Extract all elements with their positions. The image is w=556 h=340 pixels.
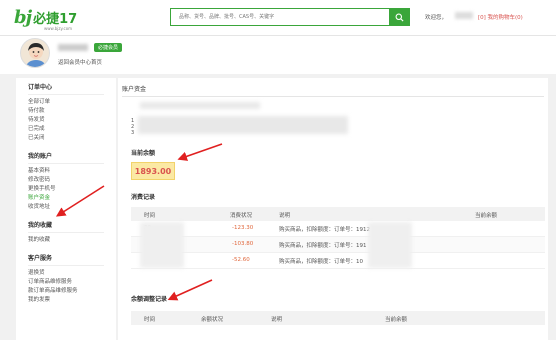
- username-redacted: [455, 12, 473, 19]
- sidebar-group-title: 客户服务: [28, 253, 104, 266]
- row-amount: -52.60: [232, 257, 250, 263]
- row-desc: 购买商品，扣除额度：订单号：10: [279, 259, 363, 265]
- balance-value-box: 1893.00: [131, 162, 175, 180]
- table-header: 时间 余额状况 说明 当前余额: [131, 311, 545, 325]
- cart-link[interactable]: [0] 我的购物车(0): [478, 13, 523, 21]
- main-panel: 账户资金 1 2 3 当前余额 1893.00 消费记录 时间 消费状况 说明 …: [118, 78, 548, 340]
- sidebar-item-repair-service[interactable]: 订单商品维修服务: [28, 278, 104, 287]
- divider: [122, 96, 544, 97]
- welcome-text: 欢迎您，: [425, 15, 448, 21]
- table-header: 时间 消费状况 说明 当前余额: [131, 207, 545, 221]
- balance-label: 当前余额: [131, 150, 156, 157]
- header-amount: 消费状况: [230, 213, 253, 219]
- records-table: 时间 消费状况 说明 当前余额 20 -123.30 购买商品，扣除额度：订单号…: [131, 207, 545, 269]
- list-number: 3: [131, 130, 135, 136]
- sidebar-item-change-phone[interactable]: 更换手机号: [28, 185, 104, 194]
- sidebar-item-pending-shipment[interactable]: 待发货: [28, 116, 104, 125]
- sidebar-item-all-orders[interactable]: 全部订单: [28, 98, 104, 107]
- table-row: 20 -103.80 购买商品，扣除额度：订单号：191: [131, 237, 545, 253]
- sidebar-item-invoices[interactable]: 我的发票: [28, 296, 104, 305]
- search-button[interactable]: [389, 9, 409, 25]
- row-amount: -103.80: [232, 241, 254, 247]
- balance-value: 1893.00: [134, 166, 172, 176]
- adjust-records-label: 余额调整记录: [131, 296, 168, 303]
- logo-text: 必捷17: [33, 11, 78, 27]
- header-balance: 当前余额: [475, 213, 498, 219]
- back-to-member-center-link[interactable]: 返回会员中心首页: [58, 58, 102, 66]
- site-logo[interactable]: bj 必捷17: [14, 6, 77, 28]
- member-name-redacted: [58, 44, 88, 51]
- sidebar-item-closed[interactable]: 已关闭: [28, 134, 104, 143]
- table-row: 20 -52.60 购买商品，扣除额度：订单号：10: [131, 253, 545, 269]
- sidebar-group-favorites: 我的收藏 我的收藏: [28, 220, 104, 245]
- top-header: bj 必捷17 www.bjzy.com 欢迎您， [0] 我的购物车(0): [0, 0, 556, 36]
- redacted-order-numbers: [368, 222, 412, 268]
- sidebar-item-completed[interactable]: 已完成: [28, 125, 104, 134]
- avatar[interactable]: [20, 38, 50, 68]
- sidebar-item-account-funds[interactable]: 账户资金: [28, 194, 104, 203]
- sidebar-group-account: 我的账户 基本资料 修改密码 更换手机号 账户资金 收货地址: [28, 151, 104, 212]
- sidebar-item-shipping-address[interactable]: 收货地址: [28, 203, 104, 212]
- search-icon: [395, 13, 404, 22]
- sidebar-item-my-favorites[interactable]: 我的收藏: [28, 236, 104, 245]
- sidebar: 订单中心 全部订单 待付款 待发货 已完成 已关闭 我的账户 基本资料 修改密码…: [16, 78, 116, 340]
- sidebar-group-title: 我的收藏: [28, 220, 104, 233]
- records-label: 消费记录: [131, 194, 156, 201]
- sidebar-item-pending-payment[interactable]: 待付款: [28, 107, 104, 116]
- search-input[interactable]: [171, 9, 389, 25]
- search-box: [170, 8, 410, 26]
- redacted-text: [138, 116, 348, 134]
- row-desc: 购买商品，扣除额度：订单号：191: [279, 243, 367, 249]
- adjust-table: 时间 余额状况 说明 当前余额: [131, 311, 545, 325]
- table-row: 20 -123.30 购买商品，扣除额度：订单号：1912: [131, 221, 545, 237]
- logo-url: www.bjzy.com: [44, 26, 73, 31]
- header-desc: 说明: [271, 317, 283, 323]
- redacted-text: [140, 102, 260, 109]
- sidebar-group-title: 我的账户: [28, 151, 104, 164]
- vip-badge: 必捷会员: [94, 43, 123, 52]
- row-desc: 购买商品，扣除额度：订单号：1912: [279, 227, 370, 233]
- header-time: 时间: [144, 213, 156, 219]
- header-time: 时间: [144, 317, 156, 323]
- row-amount: -123.30: [232, 225, 254, 231]
- redacted-dates: [140, 222, 184, 268]
- logo-mark: bj: [14, 6, 32, 28]
- sidebar-item-returns[interactable]: 退换货: [28, 269, 104, 278]
- profile-bar: 必捷会员 返回会员中心首页: [0, 36, 556, 74]
- sidebar-item-repair-service-2[interactable]: 款订单商品维修服务: [28, 287, 104, 296]
- sidebar-item-basic-info[interactable]: 基本资料: [28, 167, 104, 176]
- sidebar-item-change-password[interactable]: 修改密码: [28, 176, 104, 185]
- sidebar-group-title: 订单中心: [28, 82, 104, 95]
- sidebar-group-service: 客户服务 退换货 订单商品维修服务 款订单商品维修服务 我的发票: [28, 253, 104, 305]
- header-desc: 说明: [279, 213, 291, 219]
- sidebar-group-orders: 订单中心 全部订单 待付款 待发货 已完成 已关闭: [28, 82, 104, 143]
- header-balance: 当前余额: [385, 317, 408, 323]
- header-balance-status: 余额状况: [201, 317, 224, 323]
- page-title: 账户资金: [122, 86, 147, 93]
